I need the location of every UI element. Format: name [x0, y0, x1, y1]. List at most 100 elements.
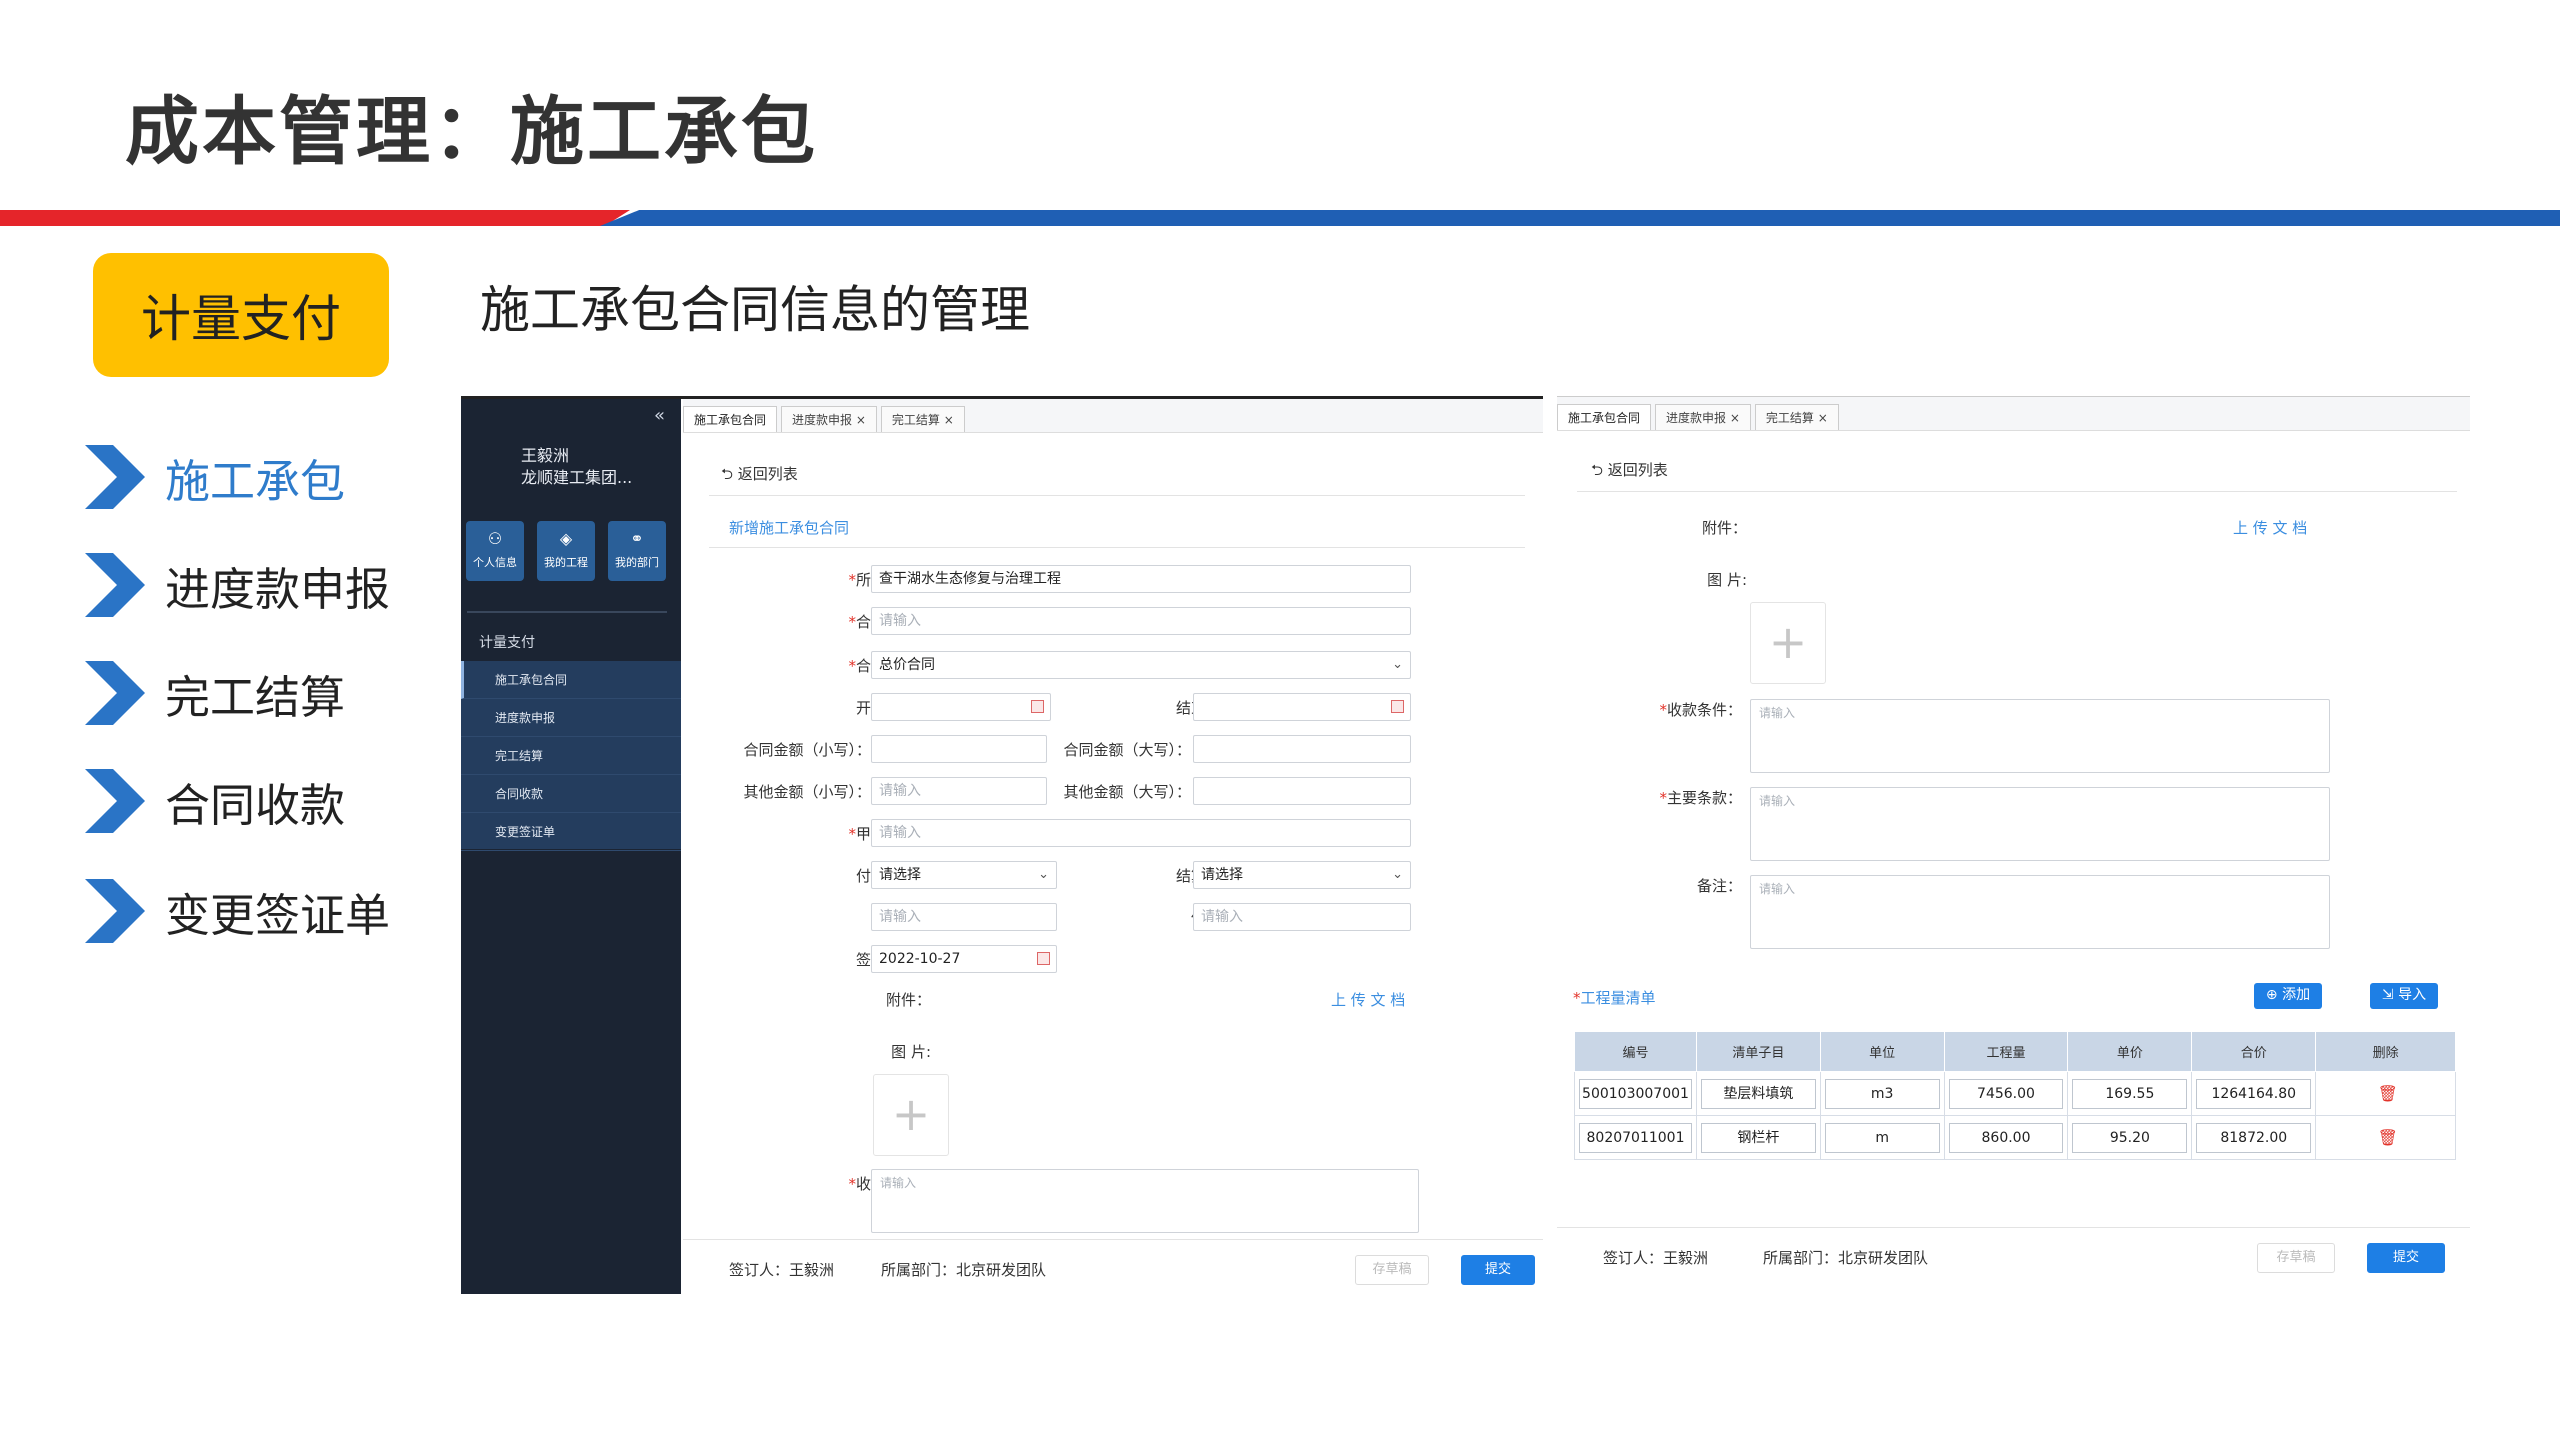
nav-item-progress-payment[interactable]: 进度款申报 [85, 550, 390, 620]
collection-terms-label: *收款条件： [1659, 701, 1742, 719]
signer-text: 签订人：王毅洲 [1603, 1249, 1709, 1267]
trash-icon[interactable]: 🗑 [2378, 1084, 2398, 1103]
title-stripe-red [0, 210, 630, 226]
tab-bar: 施工承包合同 进度款申报 × 完工结算 × [1557, 397, 2470, 431]
unit-input[interactable]: m [1824, 1122, 1940, 1153]
submit-button[interactable]: 提交 [1461, 1255, 1535, 1285]
sidebar-item-construction-contract[interactable]: 施工承包合同 [461, 661, 681, 699]
code-input[interactable]: 500103007001 [1579, 1078, 1692, 1109]
table-row: 80207011001 钢栏杆 m 860.00 95.20 81872.00 … [1574, 1115, 2456, 1160]
payment-method-select[interactable]: 请选择 ⌄ [871, 861, 1057, 889]
tab-construction-contract[interactable]: 施工承包合同 [683, 406, 778, 432]
tab-progress-payment[interactable]: 进度款申报 × [1655, 404, 1751, 430]
nav-item-completion-settlement[interactable]: 完工结算 [85, 658, 345, 728]
screenshot-quantity-list: 施工承包合同 进度款申报 × 完工结算 × ⮌ 返回列表 附件： 上 传 文 档… [1557, 396, 2470, 1276]
amount-upper-input[interactable] [1193, 735, 1411, 763]
save-draft-button[interactable]: 存草稿 [1355, 1255, 1429, 1285]
sidebar-divider [467, 611, 667, 613]
project-input[interactable]: 查干湖水生态修复与治理工程 [871, 565, 1411, 593]
col-header: 单价 [2067, 1031, 2193, 1072]
nav-item-construction-contract[interactable]: 施工承包 [85, 442, 345, 512]
quick-label: 我的部门 [615, 556, 659, 569]
contract-type-select[interactable]: 总价合同 ⌄ [871, 651, 1411, 679]
department-text: 所属部门：北京研发团队 [881, 1261, 1047, 1279]
quick-my-projects[interactable]: ◈ 我的工程 [537, 521, 595, 581]
chevron-right-icon [85, 553, 145, 617]
code-input[interactable]: 80207011001 [1579, 1122, 1692, 1153]
slide-title: 成本管理：施工承包 [125, 89, 818, 175]
double-chevron-left-icon[interactable]: « [654, 405, 665, 426]
screenshot-contract-form: « 王毅洲 龙顺建工集团... ⚇ 个人信息 ◈ 我的工程 ⚭ 我的部门 计量支… [461, 396, 1543, 1294]
start-time-input[interactable] [871, 693, 1051, 721]
add-image-button[interactable]: + [873, 1074, 949, 1156]
nav-item-change-order[interactable]: 变更签证单 [85, 876, 390, 946]
divider [709, 495, 1525, 496]
upload-document-link[interactable]: 上 传 文 档 [1331, 989, 1405, 1010]
unit-price-input[interactable]: 95.20 [2072, 1122, 2188, 1153]
tab-construction-contract[interactable]: 施工承包合同 [1557, 404, 1652, 430]
quantity-list-title: *工程量清单 [1573, 989, 1656, 1007]
other-upper-input[interactable] [1193, 777, 1411, 805]
save-draft-button[interactable]: 存草稿 [2257, 1243, 2335, 1273]
sidebar-item-contract-collection[interactable]: 合同收款 [461, 775, 681, 813]
collection-terms-textarea[interactable]: 请输入 [871, 1169, 1419, 1233]
trash-icon[interactable]: 🗑 [2378, 1128, 2398, 1147]
group-icon: ⚭ [630, 529, 644, 548]
quantity-input[interactable]: 860.00 [1948, 1122, 2064, 1153]
sign-time-input[interactable]: 2022-10-27 [871, 945, 1057, 973]
deposit-input[interactable]: 请输入 [1193, 903, 1411, 931]
quick-label: 我的工程 [544, 556, 588, 569]
sidebar-item-completion-settlement[interactable]: 完工结算 [461, 737, 681, 775]
amount-lower-label: 合同金额（小写）： [743, 741, 871, 759]
chevron-down-icon: ⌄ [1392, 657, 1403, 672]
other-upper-label: 其他金额（大写）： [1063, 783, 1191, 801]
total-price-input[interactable]: 1264164.80 [2196, 1078, 2312, 1109]
plus-icon: + [891, 1087, 931, 1141]
collection-terms-textarea[interactable]: 请输入 [1750, 699, 2330, 773]
user-company: 龙顺建工集团... [521, 468, 633, 487]
col-header: 单位 [1819, 1031, 1945, 1072]
contract-name-input[interactable]: 请输入 [871, 607, 1411, 635]
quick-label: 个人信息 [473, 556, 517, 569]
remarks-label: 备注： [1696, 877, 1742, 895]
add-row-button[interactable]: ⊕ 添加 [2254, 983, 2322, 1009]
unit-price-input[interactable]: 169.55 [2072, 1078, 2188, 1109]
quick-my-department[interactable]: ⚭ 我的部门 [608, 521, 666, 581]
col-header: 清单子目 [1695, 1031, 1821, 1072]
tab-completion-settlement[interactable]: 完工结算 × [880, 406, 965, 432]
back-to-list[interactable]: ⮌ 返回列表 [1591, 459, 1668, 485]
item-input[interactable]: 垫层料填筑 [1700, 1078, 1816, 1109]
nav-item-contract-collection[interactable]: 合同收款 [85, 766, 345, 836]
other-lower-label: 其他金额（小写）： [743, 783, 871, 801]
end-time-input[interactable] [1193, 693, 1411, 721]
add-image-button[interactable]: + [1750, 602, 1826, 684]
tab-progress-payment[interactable]: 进度款申报 × [781, 406, 877, 432]
divider [709, 547, 1525, 548]
total-price-input[interactable]: 81872.00 [2196, 1122, 2312, 1153]
col-header: 合价 [2191, 1031, 2317, 1072]
remarks-textarea[interactable]: 请输入 [1750, 875, 2330, 949]
sidebar-item-progress-payment[interactable]: 进度款申报 [461, 699, 681, 737]
department-text: 所属部门：北京研发团队 [1763, 1249, 1929, 1267]
divider [1577, 491, 2457, 492]
tab-completion-settlement[interactable]: 完工结算 × [1754, 404, 1839, 430]
quantity-input[interactable]: 7456.00 [1948, 1078, 2064, 1109]
col-header: 删除 [2315, 1031, 2456, 1072]
back-to-list[interactable]: ⮌ 返回列表 [721, 463, 798, 489]
settlement-method-select[interactable]: 请选择 ⌄ [1193, 861, 1411, 889]
import-button[interactable]: ⇲ 导入 [2370, 983, 2438, 1009]
party-a-input[interactable]: 请输入 [871, 819, 1411, 847]
title-stripe-blue [600, 210, 2560, 226]
submit-button[interactable]: 提交 [2367, 1243, 2445, 1273]
main-terms-textarea[interactable]: 请输入 [1750, 787, 2330, 861]
unit-input[interactable]: m3 [1824, 1078, 1940, 1109]
quick-personal-info[interactable]: ⚇ 个人信息 [466, 521, 524, 581]
upload-document-link[interactable]: 上 传 文 档 [2233, 517, 2307, 538]
sidebar-item-change-order[interactable]: 变更签证单 [461, 813, 681, 851]
attachment-label: 附件： [885, 991, 931, 1009]
image-label: 图 片: [1707, 571, 1747, 589]
plus-circle-icon: ⊕ [2265, 987, 2283, 1003]
item-input[interactable]: 钢栏杆 [1700, 1122, 1816, 1153]
prepayment-input[interactable]: 请输入 [871, 903, 1057, 931]
app-sidebar: « 王毅洲 龙顺建工集团... ⚇ 个人信息 ◈ 我的工程 ⚭ 我的部门 计量支… [461, 399, 681, 1294]
